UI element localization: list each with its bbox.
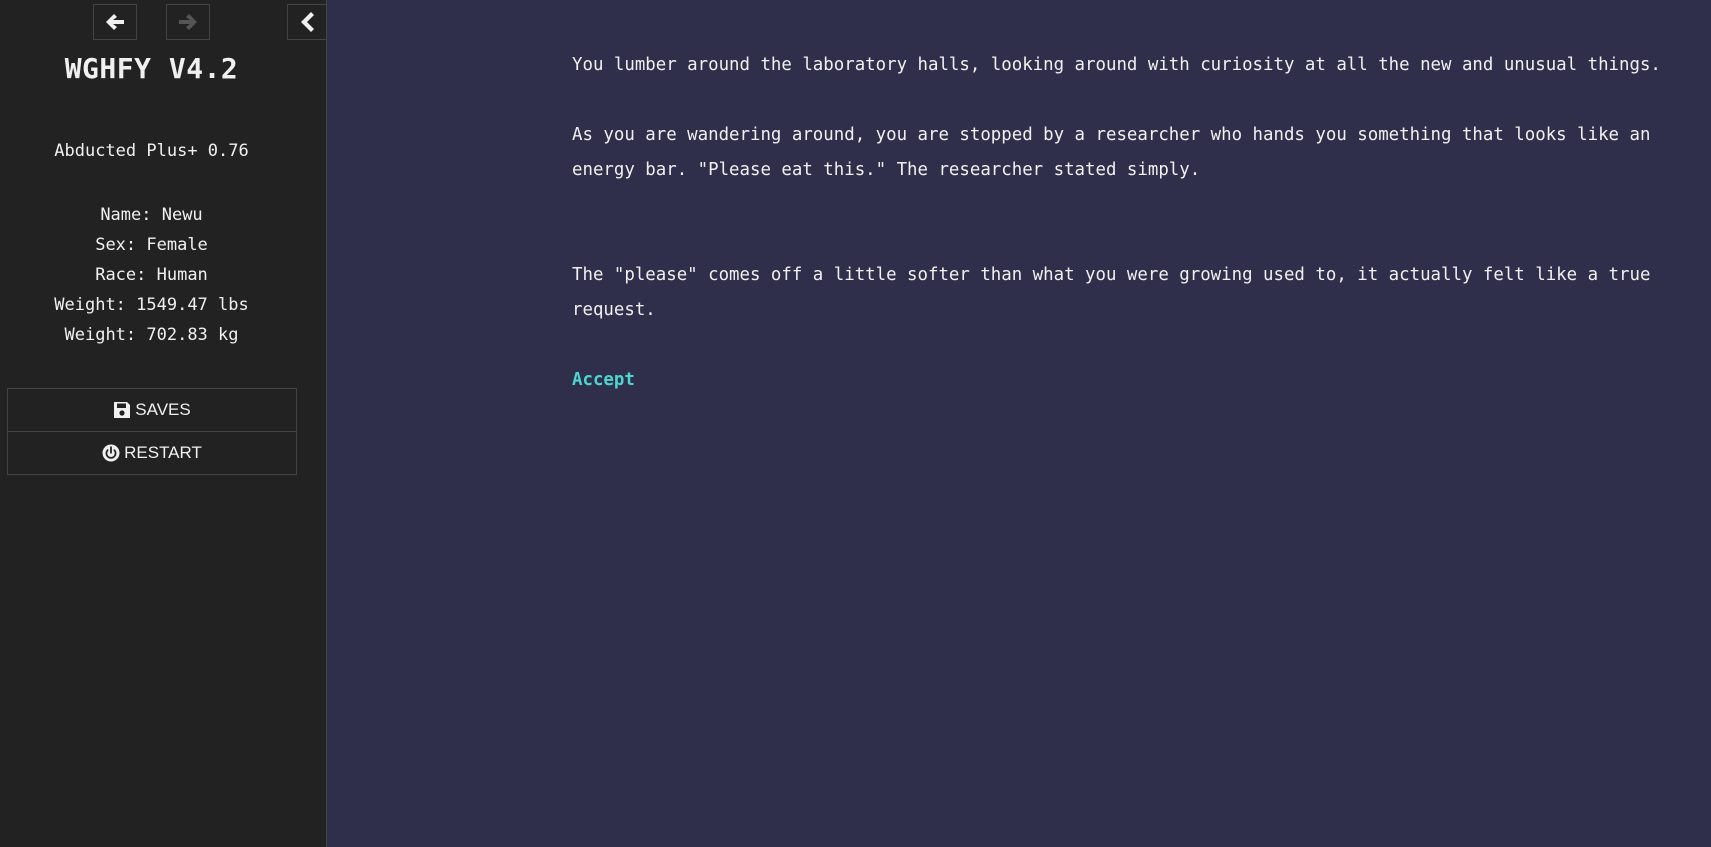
stat-name: Name: Newu — [100, 205, 203, 225]
arrow-right-icon — [179, 14, 197, 30]
history-back-button[interactable] — [93, 4, 137, 40]
stat-sex: Sex: Female — [95, 235, 208, 255]
stat-weight-kg: Weight: 702.83 kg — [64, 325, 239, 345]
passage-paragraph: As you are wandering around, you are sto… — [572, 125, 1651, 180]
restart-label: RESTART — [124, 443, 202, 462]
saves-button[interactable]: SAVES — [8, 389, 296, 431]
stat-race: Race: Human — [95, 265, 208, 285]
passage-spacer — [572, 223, 1672, 258]
arrow-left-icon — [106, 14, 124, 30]
sidebar-toggle-button[interactable] — [287, 4, 327, 40]
passage-paragraph: You lumber around the laboratory halls, … — [572, 55, 1661, 75]
floppy-disk-icon — [114, 402, 131, 418]
chevron-left-icon — [301, 12, 314, 32]
accept-choice-link[interactable]: Accept — [572, 370, 635, 390]
stat-weight-lbs: Weight: 1549.47 lbs — [54, 295, 249, 315]
passage-paragraph: The "please" comes off a little softer t… — [572, 265, 1651, 320]
story-passage: You lumber around the laboratory halls, … — [572, 48, 1672, 398]
power-icon — [102, 444, 120, 462]
history-forward-button[interactable] — [166, 4, 210, 40]
story-title: WGHFY V4.2 — [64, 52, 239, 85]
story-subtitle: Abducted Plus+ 0.76 — [54, 141, 249, 161]
sidebar-menu: SAVES RESTART — [7, 388, 297, 475]
character-stats: Name: Newu Sex: Female Race: Human Weigh… — [0, 200, 303, 350]
restart-button[interactable]: RESTART — [8, 431, 296, 474]
saves-label: SAVES — [135, 400, 191, 419]
sidebar: WGHFY V4.2 Abducted Plus+ 0.76 Name: New… — [0, 0, 327, 847]
